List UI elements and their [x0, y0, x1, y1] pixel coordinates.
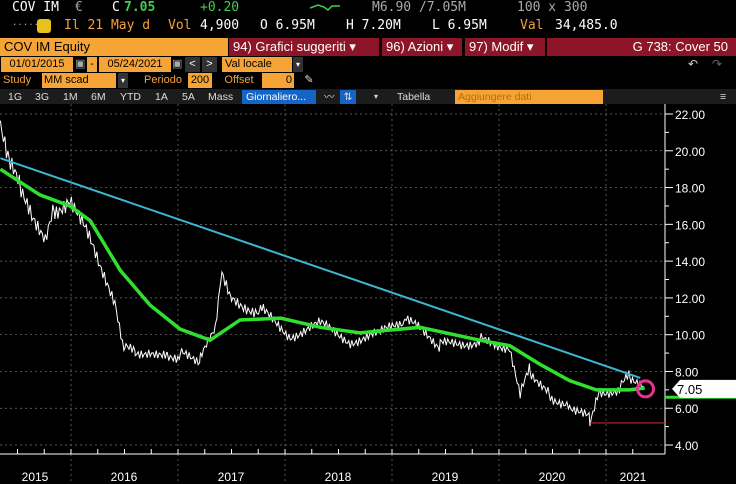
study-select[interactable]: MM scad — [42, 73, 116, 88]
undo-icon[interactable]: ↶ — [688, 57, 698, 71]
x-tick-label: 2019 — [432, 470, 459, 484]
currency: € — [75, 0, 83, 15]
suggested-label: 94) Grafici suggeriti — [233, 39, 346, 54]
calendar-icon[interactable]: ▣ — [75, 57, 85, 72]
end-date-input[interactable]: 05/24/2021 — [99, 57, 171, 72]
period-1y[interactable]: 1A — [155, 90, 168, 104]
offset-label: Offset — [224, 74, 254, 86]
period-ytd[interactable]: YTD — [120, 90, 141, 104]
moving-average-line — [0, 167, 645, 392]
open: O 6.95M — [260, 18, 315, 33]
vol-label: Vol — [168, 18, 192, 33]
chevron-down-icon[interactable]: ▾ — [374, 90, 378, 104]
period-max[interactable]: Mass — [208, 90, 233, 104]
modify-menu[interactable]: 97) Modif ▾ — [465, 38, 545, 56]
next-button[interactable]: > — [202, 57, 217, 72]
prev-button[interactable]: < — [185, 57, 200, 72]
calendar-icon[interactable]: ▣ — [172, 57, 182, 72]
y-tick-label: 16.00 — [675, 218, 705, 232]
period-1d[interactable]: 1G — [8, 90, 22, 104]
last-prefix: C — [112, 0, 120, 15]
line-chart-icon[interactable]: 〰 — [324, 90, 335, 104]
volume: 4,900 — [200, 18, 240, 33]
chevron-down-icon[interactable]: ▾ — [293, 57, 303, 72]
ticker: COV IM — [12, 0, 59, 15]
actions-label: 96) Azioni — [386, 39, 444, 54]
period-5y[interactable]: 5A — [182, 90, 195, 104]
command-bar: COV IM Equity 94) Grafici suggeriti ▾ 96… — [0, 38, 736, 56]
y-tick-label: 10.00 — [675, 329, 705, 343]
y-tick-label: 6.00 — [675, 402, 699, 416]
study-row: Study MM scad ▾ Periodo 200 Offset 0 ✎ — [0, 73, 736, 88]
frequency-select[interactable]: Giornaliero... — [242, 90, 316, 104]
bid-ask: M6.90 /7.05M — [372, 0, 466, 15]
val-label: Val — [520, 18, 544, 33]
redo-icon[interactable]: ↷ — [712, 57, 722, 71]
offset-input[interactable]: 0 — [262, 73, 294, 88]
y-tick-label: 14.00 — [675, 255, 705, 269]
price-chart[interactable]: 22.00 20.00 18.00 16.00 14.00 12.00 10.00 8.00 6… — [0, 104, 736, 484]
period-3d[interactable]: 3G — [35, 90, 49, 104]
y-tick-label: 22.00 — [675, 108, 705, 122]
y-tick-label: 4.00 — [675, 439, 699, 453]
pencil-icon[interactable]: ✎ — [303, 73, 315, 88]
period-input[interactable]: 200 — [188, 73, 212, 88]
y-tick-label: 12.00 — [675, 292, 705, 306]
x-tick-label: 2015 — [22, 470, 49, 484]
y-tick-label: 18.00 — [675, 182, 705, 196]
y-tick-label: 20.00 — [675, 145, 705, 159]
period-6m[interactable]: 6M — [91, 90, 106, 104]
modify-label: 97) Modif — [469, 39, 524, 54]
range-dash: - — [87, 57, 97, 72]
value: 34,485.0 — [555, 18, 618, 33]
suggested-charts-menu[interactable]: 94) Grafici suggeriti ▾ — [229, 38, 379, 56]
start-date-input[interactable]: 01/01/2015 — [1, 57, 73, 72]
period-1m[interactable]: 1M — [63, 90, 78, 104]
x-tick-label: 2016 — [111, 470, 138, 484]
table-button[interactable]: Tabella — [397, 90, 430, 104]
currency-select[interactable]: Val locale — [222, 57, 292, 72]
x-tick-label: 2017 — [218, 470, 245, 484]
clock-icon[interactable] — [37, 19, 51, 33]
date-range-row: 01/01/2015 ▣ - 05/24/2021 ▣ < > Val loca… — [0, 57, 736, 72]
quote-line-1: COV IM € C 7.05 +0.20 M6.90 /7.05M 100 x… — [0, 0, 736, 17]
price-change: +0.20 — [200, 0, 240, 15]
period-toolbar: 1G 3G 1M 6M YTD 1A 5A Mass Giornaliero..… — [0, 89, 736, 104]
chart-title: G 738: Cover 50 — [547, 38, 736, 56]
security-field[interactable]: COV IM Equity — [0, 38, 228, 56]
x-tick-label: 2021 — [620, 470, 647, 484]
actions-menu[interactable]: 96) Azioni ▾ — [382, 38, 462, 56]
add-data-input[interactable]: Aggiungere dati — [455, 90, 603, 104]
study-label: Study — [3, 74, 32, 86]
bid-ask-size: 100 x 300 — [517, 0, 588, 15]
price-line — [0, 120, 645, 427]
menu-icon[interactable]: ≡ — [720, 90, 726, 104]
chevron-down-icon[interactable]: ▾ — [118, 73, 128, 88]
quote-line-2: ..... Il 21 May d Vol 4,900 O 6.95M H 7.… — [0, 18, 736, 35]
period-label: Periodo — [144, 74, 182, 86]
bar-chart-icon[interactable]: ⇅ — [340, 90, 356, 104]
trade-date: Il 21 May d — [64, 18, 151, 33]
trend-line — [0, 157, 641, 379]
low: L 6.95M — [432, 18, 487, 33]
sparkline-icon — [310, 4, 340, 11]
x-tick-label: 2020 — [539, 470, 566, 484]
last-price: 7.05 — [124, 0, 156, 15]
last-price-label: 7.05 — [677, 382, 702, 397]
x-tick-label: 2018 — [325, 470, 352, 484]
high: H 7.20M — [346, 18, 401, 33]
dots: ..... — [12, 18, 40, 28]
y-tick-label: 8.00 — [675, 365, 699, 379]
